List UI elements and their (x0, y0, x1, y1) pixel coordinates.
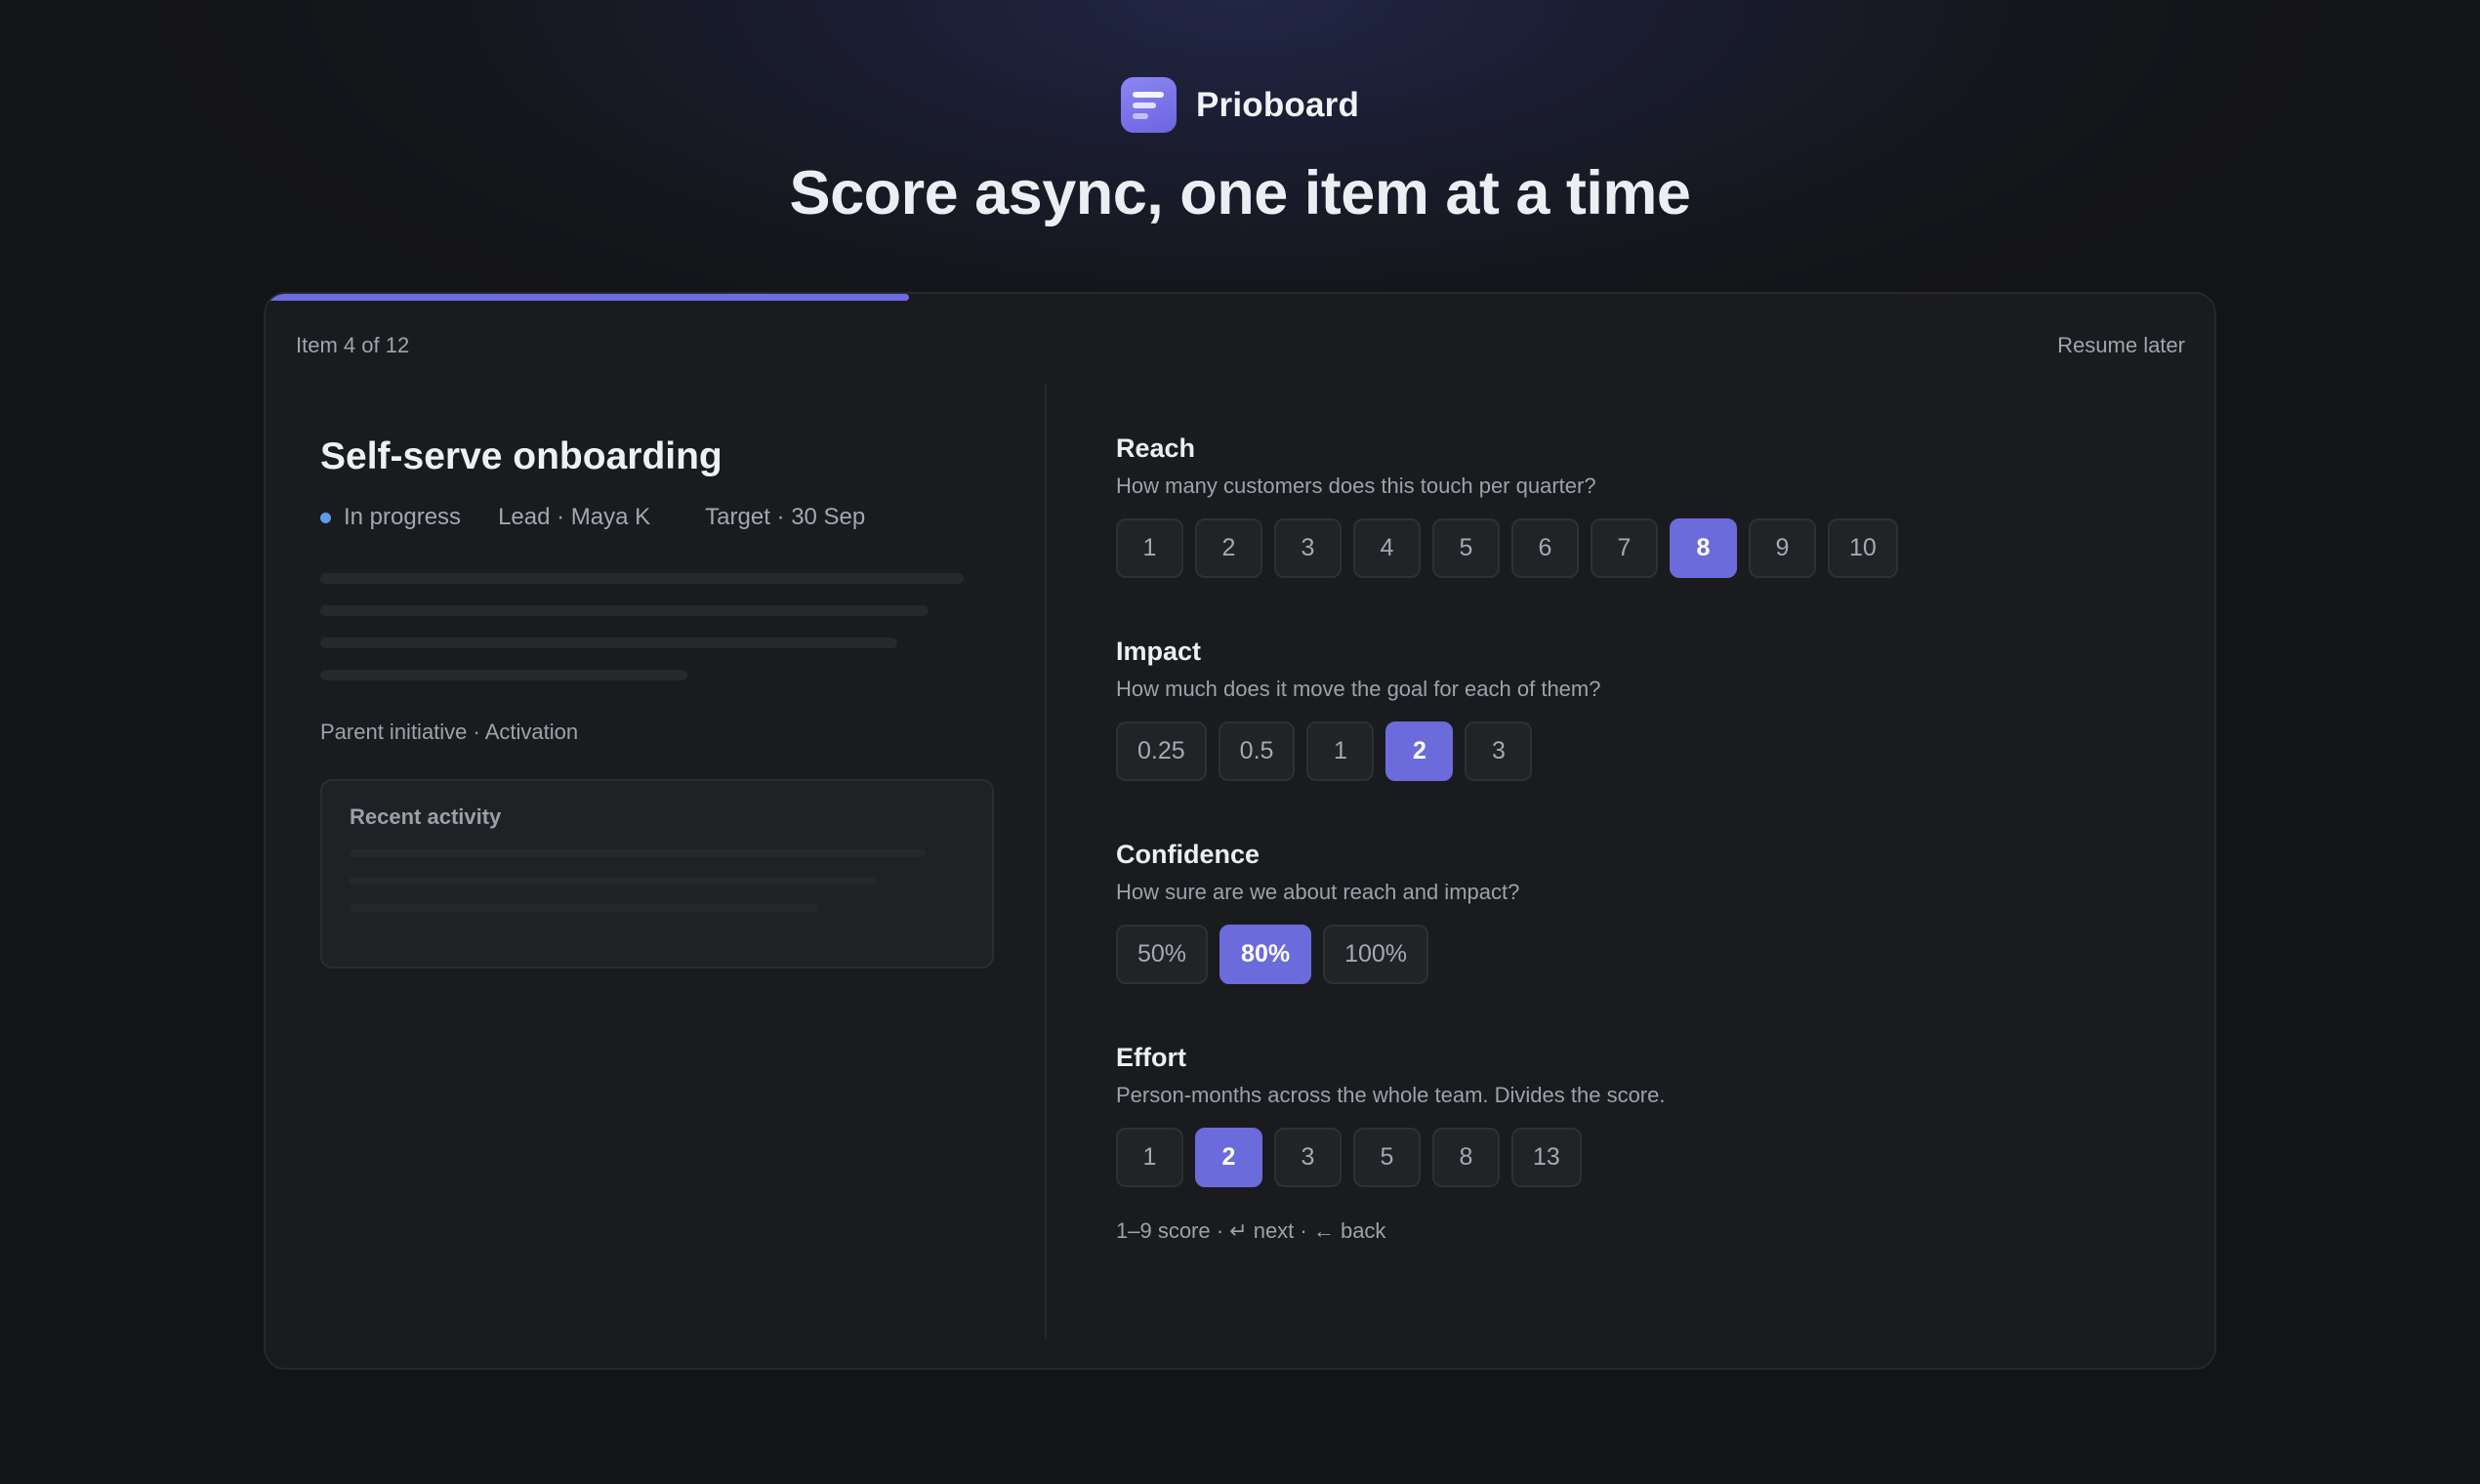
item-counter: Item 4 of 12 (296, 333, 410, 357)
list-icon (1120, 77, 1177, 133)
impact-title: Impact (1116, 637, 1202, 666)
effort-section: Effort Person-months across the whole te… (1116, 1043, 2170, 1187)
status-label: In progress (344, 504, 462, 530)
confidence-option-button[interactable]: 100% (1323, 925, 1429, 984)
status-dot-icon (320, 512, 331, 523)
effort-option-button[interactable]: 2 (1195, 1128, 1262, 1187)
progress-bar (266, 294, 2214, 301)
effort-description: Person-months across the whole team. Div… (1116, 1083, 1666, 1107)
activity-placeholder-line (350, 877, 877, 885)
reach-option-button[interactable]: 2 (1195, 518, 1262, 578)
column-divider (1045, 384, 1047, 1339)
impact-section: Impact How much does it move the goal fo… (1116, 637, 2170, 781)
impact-description: How much does it move the goal for each … (1116, 677, 1601, 701)
confidence-description: How sure are we about reach and impact? (1116, 880, 1520, 904)
effort-option-button[interactable]: 5 (1353, 1128, 1421, 1187)
reach-option-button[interactable]: 7 (1591, 518, 1658, 578)
activity-placeholder-line (350, 849, 926, 857)
placeholder-line (320, 638, 897, 648)
impact-options: 0.25 0.5 1 2 3 (1116, 721, 2170, 781)
resume-later-link[interactable]: Resume later (2057, 333, 2185, 358)
parent-initiative: Parent initiative · Activation (320, 720, 579, 744)
reach-option-button[interactable]: 5 (1432, 518, 1500, 578)
impact-option-button[interactable]: 1 (1306, 721, 1375, 781)
scoring-form: Reach How many customers does this touch… (1116, 433, 2170, 1244)
page-headline: Score async, one item at a time (789, 159, 1691, 227)
item-meta: In progress Lead · Maya K Target · 30 Se… (320, 504, 994, 531)
effort-title: Effort (1116, 1043, 1186, 1072)
reach-option-button[interactable]: 4 (1353, 518, 1421, 578)
effort-option-button[interactable]: 8 (1432, 1128, 1500, 1187)
impact-option-button[interactable]: 2 (1385, 721, 1454, 781)
item-details: Self-serve onboarding In progress Lead ·… (320, 435, 994, 969)
description-placeholder (320, 573, 994, 680)
reach-option-button[interactable]: 8 (1670, 518, 1737, 578)
reach-title: Reach (1116, 433, 1196, 463)
reach-option-button[interactable]: 10 (1828, 518, 1898, 578)
reach-section: Reach How many customers does this touch… (1116, 433, 2170, 578)
scoring-card: Item 4 of 12 Resume later Self-serve onb… (264, 292, 2216, 1370)
placeholder-line (320, 670, 687, 680)
reach-description: How many customers does this touch per q… (1116, 474, 1596, 498)
brand-name: Prioboard (1195, 85, 1360, 124)
confidence-option-button[interactable]: 50% (1116, 925, 1209, 984)
confidence-options: 50% 80% 100% (1116, 925, 2170, 984)
placeholder-line (320, 605, 929, 616)
reach-option-button[interactable]: 6 (1511, 518, 1579, 578)
effort-option-button[interactable]: 3 (1274, 1128, 1342, 1187)
impact-option-button[interactable]: 0.25 (1116, 721, 1207, 781)
effort-option-button[interactable]: 1 (1116, 1128, 1183, 1187)
lead-label: Lead · Maya K (498, 504, 651, 530)
effort-option-button[interactable]: 13 (1511, 1128, 1582, 1187)
reach-option-button[interactable]: 3 (1274, 518, 1342, 578)
impact-option-button[interactable]: 0.5 (1218, 721, 1296, 781)
target-label: Target · 30 Sep (705, 504, 866, 530)
confidence-title: Confidence (1116, 840, 1261, 869)
activity-placeholder-line (350, 904, 818, 912)
confidence-option-button[interactable]: 80% (1219, 925, 1312, 984)
impact-option-button[interactable]: 3 (1465, 721, 1533, 781)
reach-option-button[interactable]: 9 (1749, 518, 1816, 578)
confidence-section: Confidence How sure are we about reach a… (1116, 840, 2170, 984)
brand: Prioboard (0, 77, 2480, 133)
recent-activity-title: Recent activity (350, 804, 502, 829)
placeholder-line (320, 573, 964, 584)
recent-activity-panel: Recent activity (320, 779, 994, 969)
reach-options: 1 2 3 4 5 6 7 8 9 10 (1116, 518, 2170, 578)
keyboard-shortcut-hint: 1–9 score · ↵ next · ← back (1116, 1218, 1386, 1243)
reach-option-button[interactable]: 1 (1116, 518, 1183, 578)
item-title: Self-serve onboarding (320, 435, 723, 477)
effort-options: 1 2 3 5 8 13 (1116, 1128, 2170, 1187)
progress-fill (266, 294, 909, 301)
